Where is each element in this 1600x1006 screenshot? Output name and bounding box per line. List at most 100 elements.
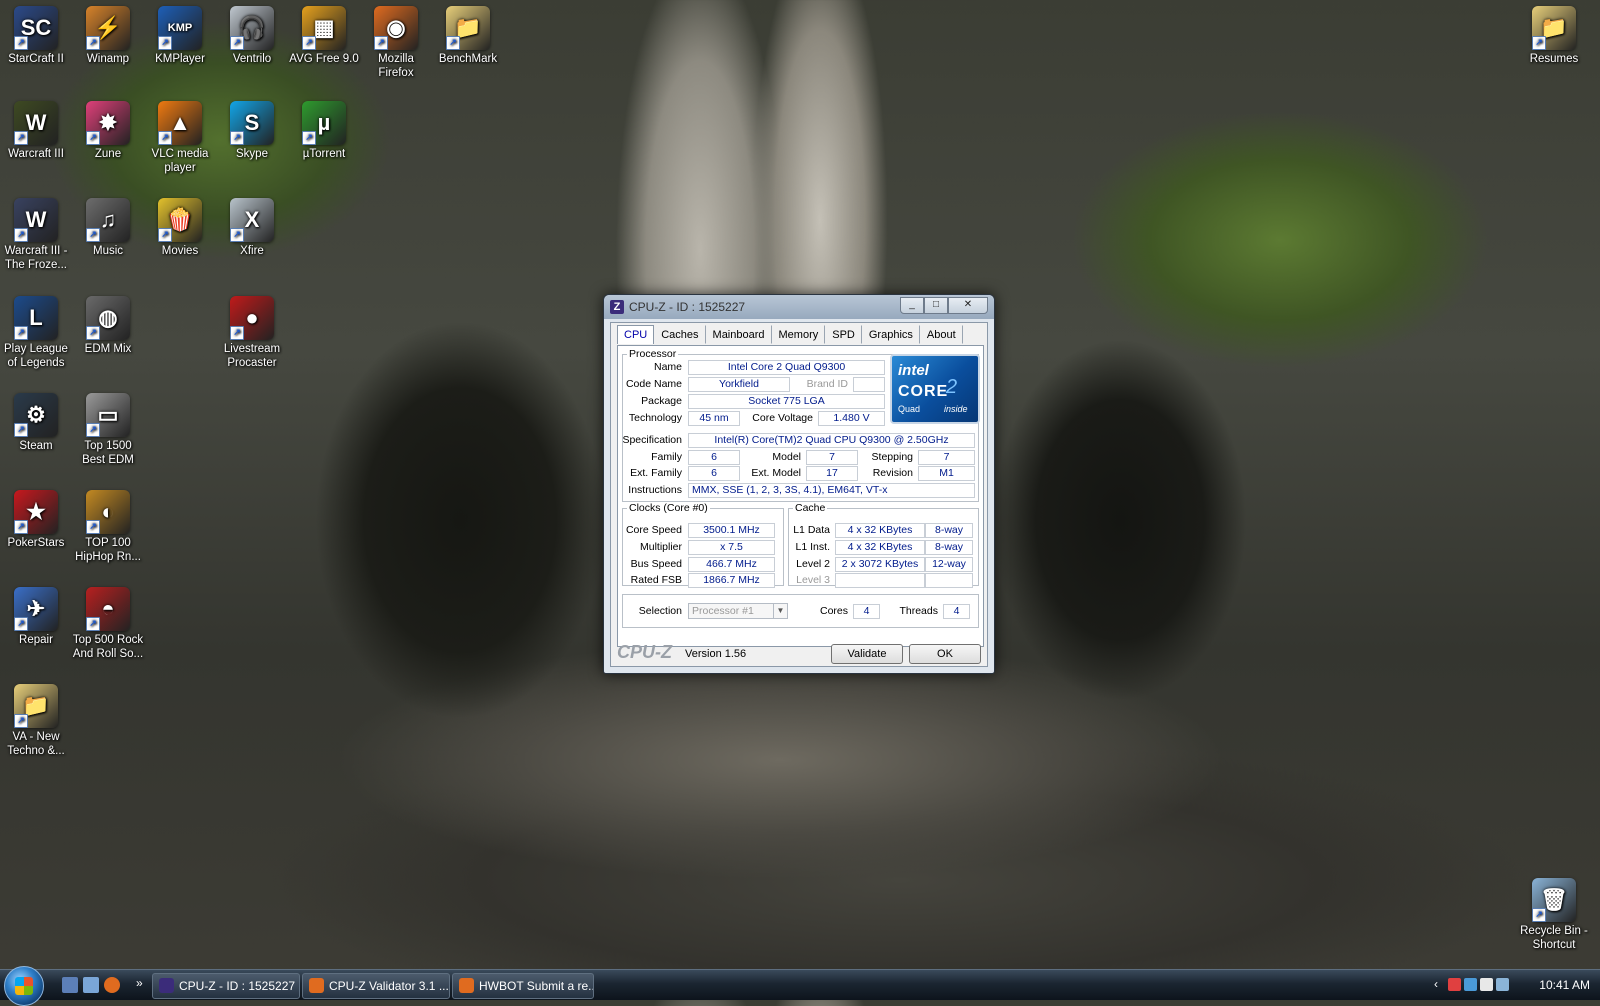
app-icon-symbol: µ	[317, 110, 331, 135]
ok-button[interactable]: OK	[909, 644, 981, 664]
app-icon-symbol: 📁	[1540, 15, 1568, 40]
desktop-icon[interactable]: W ↗ Warcraft III	[0, 101, 72, 161]
app-icon: ◓ ↗	[86, 587, 130, 631]
desktop-icon[interactable]: S ↗ Skype	[216, 101, 288, 161]
app-icon-symbol: L	[29, 305, 43, 330]
cpuz-app-icon: Z	[610, 300, 624, 314]
app-icon: ♫ ↗	[86, 198, 130, 242]
desktop-icon[interactable]: ● ↗ Livestream Procaster	[216, 296, 288, 370]
desktop-icon[interactable]: 📁 ↗ VA - New Techno &...	[0, 684, 72, 758]
shortcut-arrow-icon: ↗	[14, 131, 28, 145]
maximize-button[interactable]: □	[924, 297, 948, 314]
desktop-icon-label: Zune	[94, 148, 122, 160]
network-icon[interactable]	[1464, 978, 1477, 991]
desktop-icon[interactable]: 📁 ↗ Resumes	[1518, 6, 1590, 66]
code-name-value: Yorkfield	[688, 377, 790, 392]
app-icon-symbol: ▦	[313, 15, 335, 40]
desktop-icon[interactable]: ✸ ↗ Zune	[72, 101, 144, 161]
tab-graphics[interactable]: Graphics	[862, 325, 920, 344]
desktop-icon[interactable]: ▲ ↗ VLC media player	[144, 101, 216, 175]
app-icon-symbol: ✈	[26, 596, 46, 621]
processor-select-value: Processor #1	[692, 605, 754, 617]
taskbar-button[interactable]: CPU-Z - ID : 1525227	[152, 973, 300, 999]
desktop-icon[interactable]: ★ ↗ PokerStars	[0, 490, 72, 550]
package-label: Package	[641, 395, 682, 407]
threads-value: 4	[943, 604, 970, 619]
desktop-icon[interactable]: ♫ ↗ Music	[72, 198, 144, 258]
level3-way	[925, 573, 973, 588]
logo-core-text: CORE	[898, 383, 949, 400]
windows-update-icon[interactable]	[1496, 978, 1509, 991]
shortcut-arrow-icon: ↗	[14, 36, 28, 50]
tab-cpu[interactable]: CPU	[617, 325, 655, 344]
processor-select[interactable]: Processor #1 ▼	[688, 603, 788, 619]
tray-app-icon[interactable]	[1448, 978, 1461, 991]
desktop-icon[interactable]: ▭ ↗ Top 1500 Best EDM	[72, 393, 144, 467]
l1-inst-way: 8-way	[925, 540, 973, 555]
taskbar-button[interactable]: CPU-Z Validator 3.1 ...	[302, 973, 450, 999]
validate-button[interactable]: Validate	[831, 644, 903, 664]
desktop-icon[interactable]: L ↗ Play League of Legends	[0, 296, 72, 370]
app-icon: 📁 ↗	[446, 6, 490, 50]
volume-icon[interactable]	[1480, 978, 1493, 991]
desktop-icon[interactable]: ✈ ↗ Repair	[0, 587, 72, 647]
app-icon-symbol: ⚙	[26, 402, 46, 427]
desktop-icon-label: Skype	[236, 148, 268, 160]
desktop-icon[interactable]: SC ↗ StarCraft II	[0, 6, 72, 66]
desktop-icon[interactable]: ◍ ↗ EDM Mix	[72, 296, 144, 356]
desktop-icon[interactable]: W ↗ Warcraft III - The Froze...	[0, 198, 72, 272]
shortcut-arrow-icon: ↗	[86, 326, 100, 340]
app-icon: W ↗	[14, 198, 58, 242]
shortcut-arrow-icon: ↗	[446, 36, 460, 50]
tab-memory[interactable]: Memory	[772, 325, 826, 344]
tray-expand-icon[interactable]: ‹	[1434, 977, 1438, 991]
app-icon-symbol: 🎧	[238, 15, 266, 40]
minimize-button[interactable]: _	[900, 297, 924, 314]
show-desktop-icon[interactable]	[62, 977, 78, 993]
desktop-icon[interactable]: ⚡ ↗ Winamp	[72, 6, 144, 66]
clock[interactable]: 10:41 AM	[1539, 978, 1590, 992]
desktop-icon[interactable]: 🗑 ↗ Recycle Bin - Shortcut	[1518, 878, 1590, 952]
desktop-icon[interactable]: ⚙ ↗ Steam	[0, 393, 72, 453]
desktop-icon[interactable]: µ ↗ µTorrent	[288, 101, 360, 161]
app-icon: 🍿 ↗	[158, 198, 202, 242]
app-icon-symbol: ⚡	[94, 15, 122, 40]
switch-windows-icon[interactable]	[83, 977, 99, 993]
shortcut-arrow-icon: ↗	[230, 131, 244, 145]
firefox-quicklaunch-icon[interactable]	[104, 977, 120, 993]
quicklaunch-overflow-icon[interactable]: »	[136, 976, 143, 990]
app-icon: ● ↗	[230, 296, 274, 340]
l1-inst-value: 4 x 32 KBytes	[835, 540, 925, 555]
chevron-down-icon[interactable]: ▼	[773, 604, 787, 618]
desktop-icon-label: Play League of Legends	[4, 343, 68, 369]
shortcut-arrow-icon: ↗	[86, 228, 100, 242]
desktop-icon-label: BenchMark	[438, 53, 498, 65]
tab-spd[interactable]: SPD	[825, 325, 862, 344]
desktop-icon[interactable]: 📁 ↗ BenchMark	[432, 6, 504, 66]
tab-about[interactable]: About	[920, 325, 963, 344]
desktop-icon[interactable]: ◐ ↗ TOP 100 HipHop Rn...	[72, 490, 144, 564]
shortcut-arrow-icon: ↗	[374, 36, 388, 50]
tab-caches[interactable]: Caches	[654, 325, 706, 344]
desktop-icon[interactable]: ◉ ↗ Mozilla Firefox	[360, 6, 432, 80]
app-icon-symbol: X	[244, 207, 260, 232]
desktop-icon-label: PokerStars	[7, 537, 65, 549]
app-icon: ★ ↗	[14, 490, 58, 534]
level2-value: 2 x 3072 KBytes	[835, 557, 925, 572]
desktop-icon-label: AVG Free 9.0	[289, 53, 359, 65]
model-value: 7	[806, 450, 858, 465]
desktop-icon[interactable]: ▦ ↗ AVG Free 9.0	[288, 6, 360, 66]
app-icon-symbol: W	[25, 207, 47, 232]
desktop-icon[interactable]: KMP ↗ KMPlayer	[144, 6, 216, 66]
title-bar[interactable]: Z CPU-Z - ID : 1525227 _ □ ✕	[604, 295, 994, 319]
desktop-icon[interactable]: X ↗ Xfire	[216, 198, 288, 258]
close-button[interactable]: ✕	[948, 297, 988, 314]
cpuz-window[interactable]: Z CPU-Z - ID : 1525227 _ □ ✕ CPU Caches …	[603, 294, 995, 674]
core-voltage-value: 1.480 V	[818, 411, 885, 426]
desktop-icon[interactable]: 🍿 ↗ Movies	[144, 198, 216, 258]
tab-mainboard[interactable]: Mainboard	[706, 325, 772, 344]
start-button[interactable]	[4, 966, 44, 1006]
taskbar-button[interactable]: HWBOT Submit a re...	[452, 973, 594, 999]
desktop-icon[interactable]: ◓ ↗ Top 500 Rock And Roll So...	[72, 587, 144, 661]
desktop-icon[interactable]: 🎧 ↗ Ventrilo	[216, 6, 288, 66]
